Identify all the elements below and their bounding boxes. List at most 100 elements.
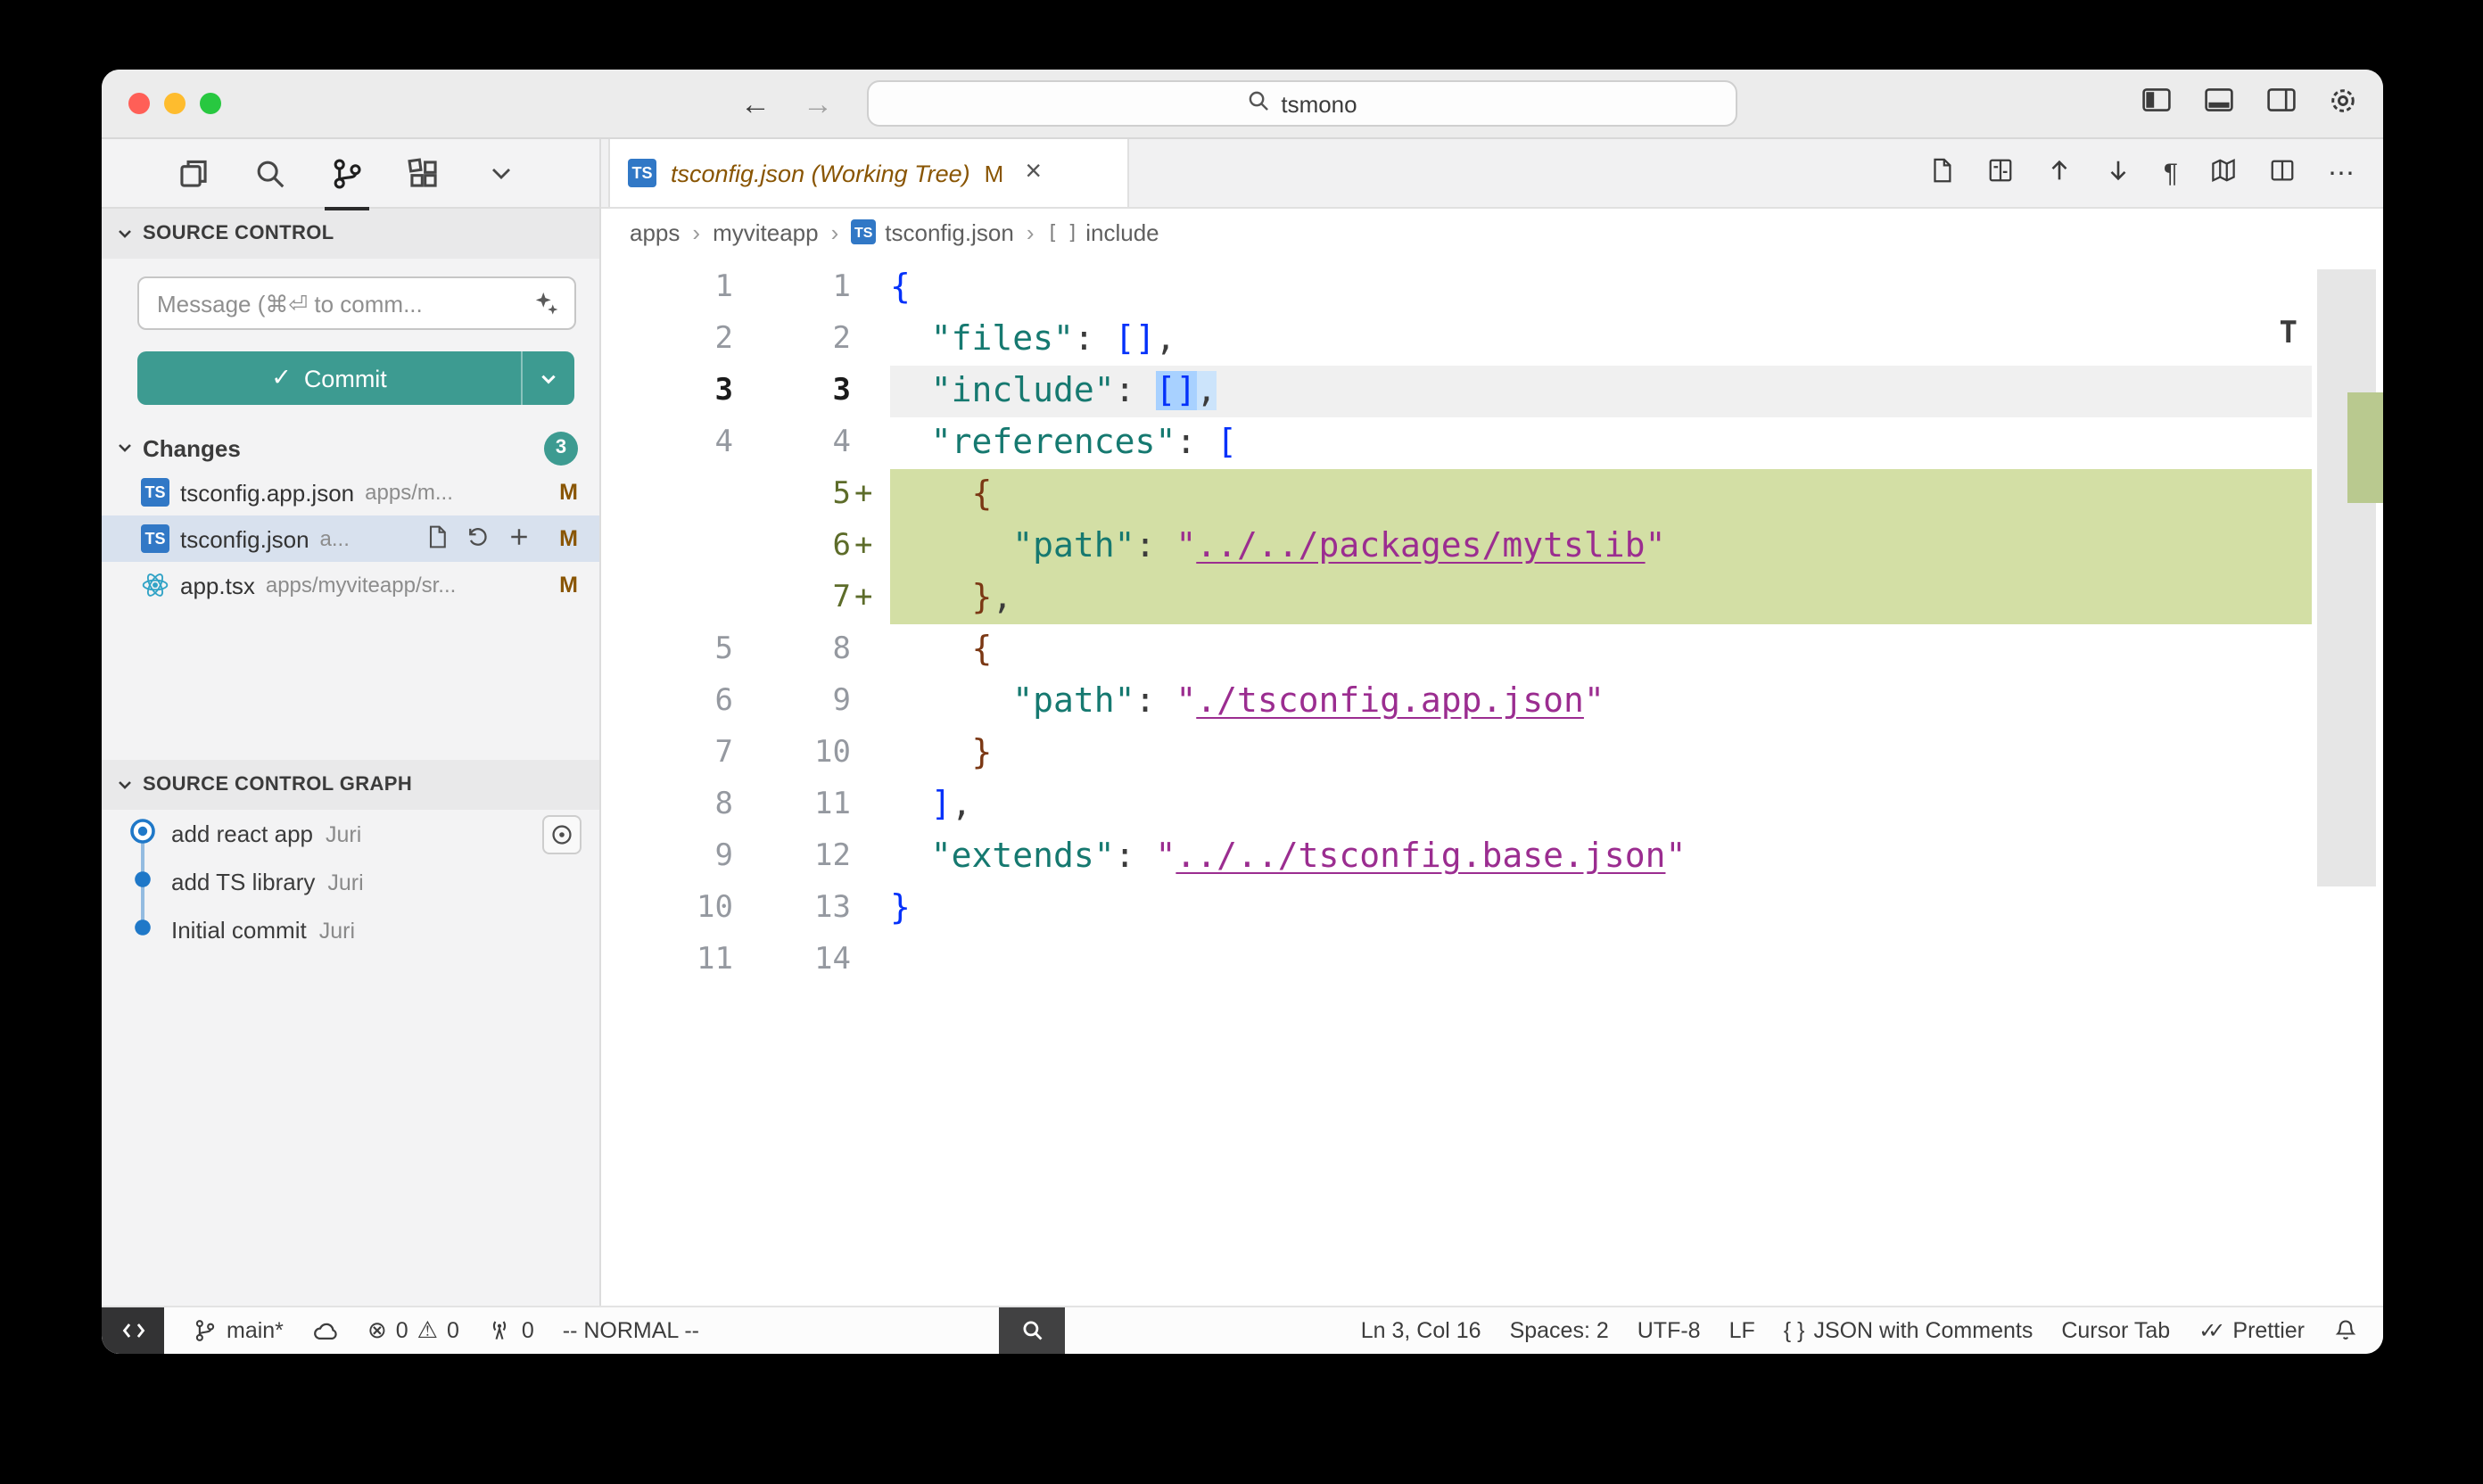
code-text: { <box>890 624 2312 676</box>
maximize-window-button[interactable] <box>200 93 221 114</box>
cursor-tab-indicator[interactable]: Cursor Tab <box>2047 1307 2184 1354</box>
added-line-plus: + <box>851 469 873 521</box>
breadcrumb-item-include[interactable]: [ ]include <box>1047 218 1159 245</box>
code-line-8[interactable]: 58 { <box>601 624 2383 676</box>
remote-indicator[interactable] <box>102 1307 164 1354</box>
branch-indicator[interactable]: main* <box>178 1307 298 1354</box>
remote-icon <box>120 1318 145 1343</box>
ports-indicator[interactable]: 0 <box>474 1307 549 1354</box>
source-control-header[interactable]: SOURCE CONTROL <box>102 209 599 259</box>
code-line-7[interactable]: 7+ }, <box>601 573 2383 624</box>
command-center-search[interactable]: tsmono <box>867 80 1737 127</box>
whitespace-pilcrow-icon[interactable]: ¶ <box>2164 158 2178 188</box>
double-check-icon: ✓✓ <box>2198 1318 2216 1343</box>
screen-magnifier-badge[interactable] <box>999 1307 1065 1354</box>
code-line-2[interactable]: 22 "files": [], <box>601 314 2383 366</box>
code-line-11[interactable]: 811 ], <box>601 779 2383 831</box>
checkout-ref-button[interactable] <box>542 814 582 853</box>
code-line-5[interactable]: 5+ { <box>601 469 2383 521</box>
code-line-13[interactable]: 1013} <box>601 883 2383 935</box>
cursor-position[interactable]: Ln 3, Col 16 <box>1347 1307 1496 1354</box>
settings-gear-icon[interactable] <box>2328 85 2358 124</box>
modified-line-number: 4 <box>733 417 851 469</box>
commit-dropdown-button[interactable] <box>521 351 574 405</box>
toggle-panel-icon[interactable] <box>2203 84 2235 125</box>
breadcrumb-item-apps[interactable]: apps <box>630 218 680 245</box>
changes-section-header[interactable]: Changes 3 <box>102 426 599 469</box>
code-line-6[interactable]: 6+ "path": "../../packages/mytslib" <box>601 521 2383 573</box>
minimize-window-button[interactable] <box>164 93 186 114</box>
magnifier-icon <box>1019 1318 1044 1343</box>
notifications-bell[interactable] <box>2319 1307 2372 1354</box>
search-view-icon[interactable] <box>232 138 309 208</box>
commit-author: Juri <box>319 918 355 943</box>
stage-changes-icon[interactable] <box>506 524 531 554</box>
close-tab-icon[interactable]: × <box>1025 157 1042 189</box>
explorer-icon[interactable] <box>155 138 232 208</box>
code-line-14[interactable]: 1114 <box>601 935 2383 986</box>
code-line-4[interactable]: 44 "references": [ <box>601 417 2383 469</box>
code-line-9[interactable]: 69 "path": "./tsconfig.app.json" <box>601 676 2383 728</box>
modified-line-number: 6+ <box>733 521 851 573</box>
original-line-number <box>601 573 733 624</box>
code-line-3[interactable]: 33 "include": [], <box>601 366 2383 417</box>
commit-button[interactable]: ✓ Commit <box>137 351 574 405</box>
commit-button-main[interactable]: ✓ Commit <box>137 351 521 405</box>
more-actions-icon[interactable]: ⋯ <box>2328 157 2355 189</box>
commit-row[interactable]: Initial commitJuri <box>102 906 599 954</box>
extensions-icon[interactable] <box>385 138 462 208</box>
sync-changes[interactable] <box>298 1307 353 1354</box>
open-changes-icon[interactable] <box>1987 156 2014 190</box>
scrollbar-slider[interactable] <box>2317 269 2376 886</box>
breadcrumb-item-tsconfig.json[interactable]: TStsconfig.json <box>851 218 1014 245</box>
scm-file-row[interactable]: app.tsxapps/myviteapp/sr...M <box>102 562 599 608</box>
indentation-setting[interactable]: Spaces: 2 <box>1496 1307 1623 1354</box>
previous-change-arrow-icon[interactable] <box>2046 156 2073 190</box>
formatter-indicator[interactable]: ✓✓ Prettier <box>2184 1307 2319 1354</box>
source-control-graph-header[interactable]: SOURCE CONTROL GRAPH <box>102 760 599 810</box>
toggle-secondary-sidebar-icon[interactable] <box>2265 84 2297 125</box>
minimap-text: T <box>2280 316 2298 351</box>
language-mode[interactable]: { } JSON with Comments <box>1769 1307 2048 1354</box>
original-line-number: 9 <box>601 831 733 883</box>
commit-row[interactable]: add TS libraryJuri <box>102 858 599 906</box>
next-change-arrow-icon[interactable] <box>2105 156 2132 190</box>
code-text: ], <box>890 779 2312 831</box>
original-line-number: 8 <box>601 779 733 831</box>
back-button[interactable]: ← <box>740 87 771 122</box>
code-line-12[interactable]: 912 "extends": "../../tsconfig.base.json… <box>601 831 2383 883</box>
modified-line-number: 1 <box>733 262 851 314</box>
search-icon <box>1247 89 1270 118</box>
scm-file-row[interactable]: TStsconfig.app.jsonapps/m...M <box>102 469 599 515</box>
more-views-chevron-icon[interactable] <box>462 138 539 208</box>
copilot-sparkle-icon[interactable] <box>533 291 560 326</box>
modified-line-number: 13 <box>733 883 851 935</box>
open-file-icon[interactable] <box>1928 156 1955 190</box>
editor-actions: ¶ ⋯ <box>1928 139 2383 207</box>
breadcrumb-separator: › <box>692 218 700 245</box>
problems-indicator[interactable]: ⊗ 0 ⚠ 0 <box>353 1307 474 1354</box>
commit-message-input[interactable] <box>137 276 576 330</box>
code-line-10[interactable]: 710 } <box>601 728 2383 779</box>
map-icon[interactable] <box>2210 156 2237 190</box>
tab-tsconfig-working-tree[interactable]: TS tsconfig.json (Working Tree) M × <box>608 139 1129 207</box>
original-line-number: 1 <box>601 262 733 314</box>
split-editor-icon[interactable] <box>2269 156 2296 190</box>
warning-icon: ⚠ <box>417 1316 438 1345</box>
breadcrumb-item-myviteapp[interactable]: myviteapp <box>713 218 819 245</box>
discard-changes-icon[interactable] <box>465 524 490 554</box>
source-control-icon[interactable] <box>309 138 385 208</box>
commit-row[interactable]: add react appJuri <box>102 810 599 858</box>
code-line-1[interactable]: 11{ <box>601 262 2383 314</box>
tab-label: tsconfig.json (Working Tree) <box>671 160 970 186</box>
breadcrumb: apps›myviteapp›TStsconfig.json›[ ]includ… <box>601 209 2383 255</box>
forward-button[interactable]: → <box>803 87 833 122</box>
open-file-icon[interactable] <box>424 524 449 554</box>
status-bar-right: Ln 3, Col 16 Spaces: 2 UTF-8 LF { } JSON… <box>1347 1307 2383 1354</box>
eol-setting[interactable]: LF <box>1715 1307 1769 1354</box>
scm-file-row[interactable]: TStsconfig.jsona...M <box>102 515 599 562</box>
toggle-primary-sidebar-icon[interactable] <box>2141 84 2173 125</box>
encoding-setting[interactable]: UTF-8 <box>1623 1307 1715 1354</box>
close-window-button[interactable] <box>128 93 150 114</box>
vim-mode-indicator[interactable]: -- NORMAL -- <box>549 1307 714 1354</box>
